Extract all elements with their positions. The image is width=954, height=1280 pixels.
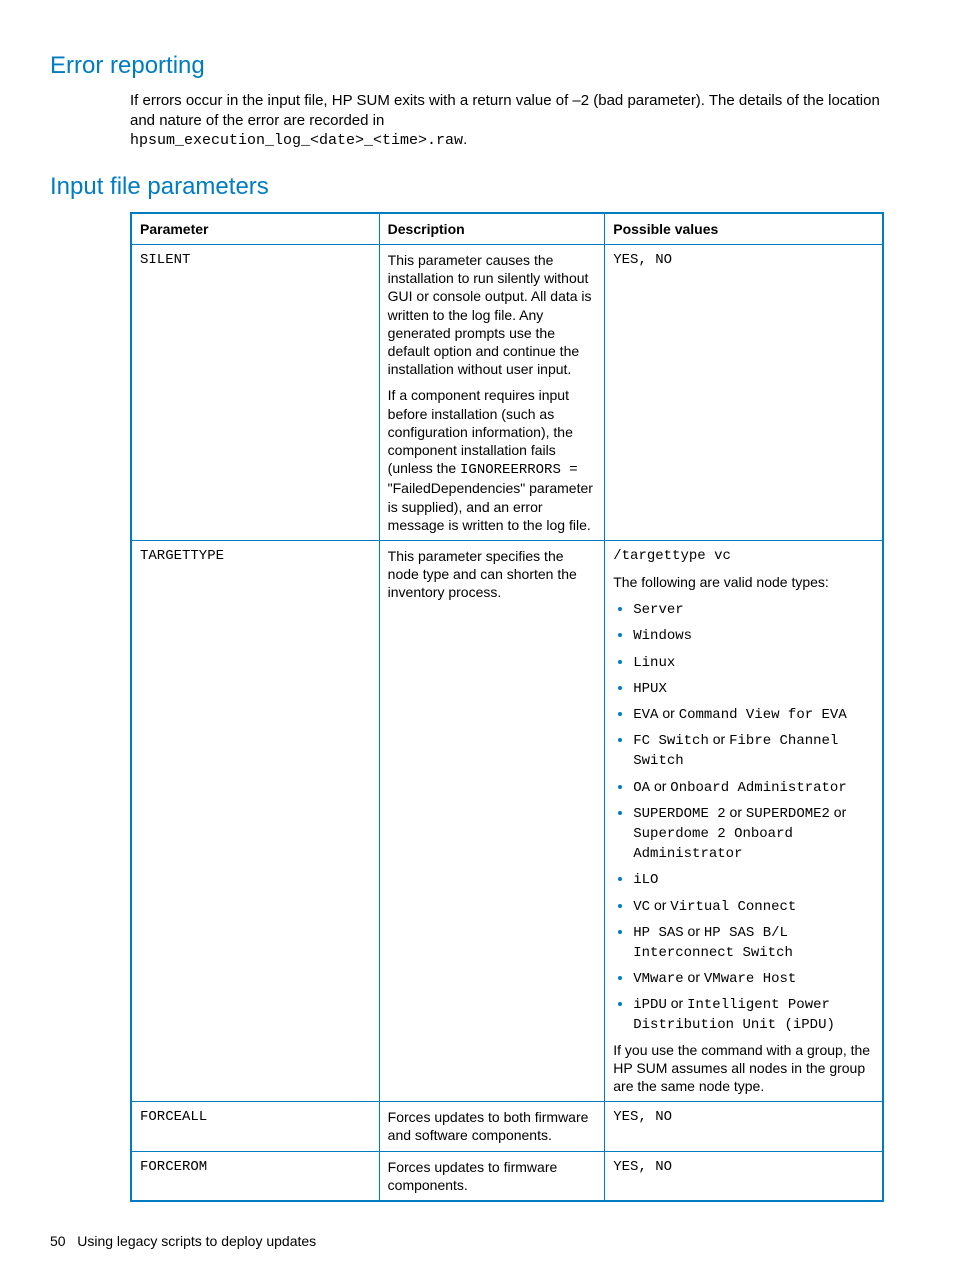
- param-desc: Forces updates to firmware components.: [379, 1151, 605, 1201]
- li-sep: or: [709, 731, 729, 747]
- li-sep2: or: [830, 804, 846, 820]
- param-vals: YES, NO: [605, 1102, 883, 1151]
- table-header-row: Parameter Description Possible values: [131, 213, 883, 245]
- desc-p2: If a component requires input before ins…: [388, 386, 597, 534]
- heading-error-reporting: Error reporting: [50, 50, 884, 81]
- col-parameter: Parameter: [131, 213, 379, 245]
- li-a: HP SAS: [633, 925, 683, 941]
- list-item: Linux: [633, 652, 874, 672]
- li-a: iLO: [633, 872, 658, 888]
- heading-input-file-parameters: Input file parameters: [50, 171, 884, 202]
- list-item: EVA or Command View for EVA: [633, 704, 874, 724]
- li-b: Command View for EVA: [679, 707, 847, 723]
- page-footer: 50 Using legacy scripts to deploy update…: [50, 1232, 884, 1250]
- param-vals: YES, NO: [605, 245, 883, 541]
- param-desc: This parameter causes the installation t…: [379, 245, 605, 541]
- col-possible-values: Possible values: [605, 213, 883, 245]
- param-name: SILENT: [131, 245, 379, 541]
- li-a: Server: [633, 602, 683, 618]
- param-vals: /targettype vc The following are valid n…: [605, 540, 883, 1101]
- desc-p1: This parameter causes the installation t…: [388, 251, 597, 378]
- li-a: VMware: [633, 971, 683, 987]
- vals-outro: If you use the command with a group, the…: [613, 1041, 874, 1096]
- error-reporting-text: If errors occur in the input file, HP SU…: [130, 91, 884, 151]
- param-name: FORCEROM: [131, 1151, 379, 1201]
- li-sep: or: [650, 778, 670, 794]
- li-c: Superdome 2 Onboard Administrator: [633, 826, 793, 862]
- li-a: VC: [633, 899, 650, 915]
- list-item: Windows: [633, 625, 874, 645]
- li-b: Onboard Administrator: [670, 780, 846, 796]
- li-sep: or: [684, 969, 704, 985]
- er-text-code: hpsum_execution_log_<date>_<time>.raw: [130, 132, 463, 149]
- list-item: VMware or VMware Host: [633, 968, 874, 988]
- param-name: TARGETTYPE: [131, 540, 379, 1101]
- table-row: FORCEROM Forces updates to firmware comp…: [131, 1151, 883, 1201]
- desc-p2-b: "FailedDependencies" parameter is suppli…: [388, 480, 593, 532]
- footer-title: Using legacy scripts to deploy updates: [77, 1233, 316, 1249]
- list-item: iLO: [633, 869, 874, 889]
- li-sep: or: [684, 923, 704, 939]
- li-b: SUPERDOME2: [746, 806, 830, 822]
- param-vals: YES, NO: [605, 1151, 883, 1201]
- param-desc: Forces updates to both firmware and soft…: [379, 1102, 605, 1151]
- li-b: VMware Host: [704, 971, 796, 987]
- list-item: iPDU or Intelligent Power Distribution U…: [633, 994, 874, 1034]
- list-item: VC or Virtual Connect: [633, 896, 874, 916]
- li-a: Linux: [633, 655, 675, 671]
- list-item: HP SAS or HP SAS B/L Interconnect Switch: [633, 922, 874, 962]
- list-item: FC Switch or Fibre Channel Switch: [633, 730, 874, 770]
- page-number: 50: [50, 1233, 66, 1249]
- list-item: Server: [633, 599, 874, 619]
- parameters-table: Parameter Description Possible values SI…: [130, 212, 884, 1202]
- er-text-post: .: [463, 131, 467, 148]
- li-a: FC Switch: [633, 733, 709, 749]
- list-item: SUPERDOME 2 or SUPERDOME2 or Superdome 2…: [633, 803, 874, 864]
- li-sep: or: [650, 897, 670, 913]
- li-a: SUPERDOME 2: [633, 806, 725, 822]
- node-type-list: Server Windows Linux HPUX EVA or Command…: [613, 599, 874, 1034]
- li-sep: or: [726, 804, 746, 820]
- vals-example: /targettype vc: [613, 547, 874, 565]
- col-description: Description: [379, 213, 605, 245]
- param-name: FORCEALL: [131, 1102, 379, 1151]
- li-sep: or: [667, 995, 687, 1011]
- list-item: OA or Onboard Administrator: [633, 777, 874, 797]
- table-row: FORCEALL Forces updates to both firmware…: [131, 1102, 883, 1151]
- table-row: SILENT This parameter causes the install…: [131, 245, 883, 541]
- desc-p2-code: IGNOREERRORS =: [460, 462, 578, 478]
- table-row: TARGETTYPE This parameter specifies the …: [131, 540, 883, 1101]
- param-desc: This parameter specifies the node type a…: [379, 540, 605, 1101]
- li-a: iPDU: [633, 997, 667, 1013]
- li-a: HPUX: [633, 681, 667, 697]
- li-a: EVA: [633, 707, 658, 723]
- vals-intro: The following are valid node types:: [613, 573, 874, 591]
- li-a: Windows: [633, 628, 692, 644]
- list-item: HPUX: [633, 678, 874, 698]
- er-text-pre: If errors occur in the input file, HP SU…: [130, 92, 880, 129]
- li-a: OA: [633, 780, 650, 796]
- li-sep: or: [658, 705, 678, 721]
- li-b: Virtual Connect: [670, 899, 796, 915]
